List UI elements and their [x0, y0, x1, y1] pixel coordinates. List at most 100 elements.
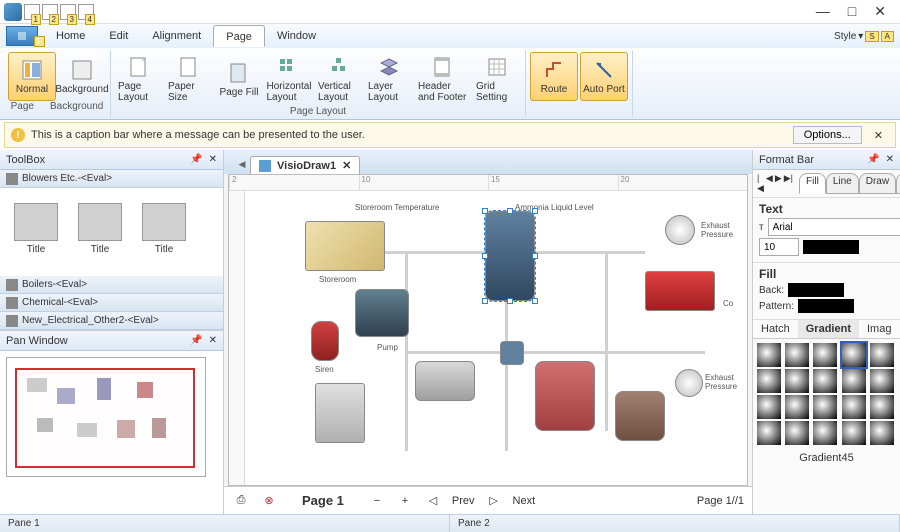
qat-btn-2[interactable]: 2: [42, 4, 58, 20]
gradient-swatch[interactable]: [785, 369, 809, 393]
blower-shape[interactable]: [355, 289, 409, 337]
background-button[interactable]: Background: [58, 52, 106, 101]
section-chemical[interactable]: Chemical-<Eval>: [0, 294, 223, 312]
options-button[interactable]: Options...: [793, 126, 862, 144]
gradient-swatch[interactable]: [842, 369, 866, 393]
menu-page[interactable]: Page: [213, 25, 265, 47]
qat-btn-3[interactable]: 3: [60, 4, 76, 20]
minimize-button[interactable]: —: [816, 3, 830, 20]
gauge2-shape[interactable]: [675, 369, 703, 397]
delete-page-button[interactable]: ⊗: [260, 492, 278, 510]
gradient-swatch[interactable]: [813, 395, 837, 419]
panel-close-icon[interactable]: ✕: [209, 335, 217, 346]
file-menu-button[interactable]: F: [6, 26, 38, 46]
gradient-swatch[interactable]: [757, 369, 781, 393]
nav-next[interactable]: ▶: [775, 173, 782, 194]
subtab-gradient[interactable]: Gradient: [798, 320, 859, 338]
pipe[interactable]: [405, 351, 705, 354]
tab-line[interactable]: Line: [826, 173, 859, 194]
page-fill-button[interactable]: Page Fill: [215, 52, 263, 106]
menu-edit[interactable]: Edit: [97, 25, 140, 47]
prev-page-button[interactable]: ◁: [424, 492, 442, 510]
gradient-swatch[interactable]: [813, 369, 837, 393]
gradient-swatch[interactable]: [813, 421, 837, 445]
gradient-swatch[interactable]: [813, 343, 837, 367]
valve-shape[interactable]: [500, 341, 524, 365]
drawing-surface[interactable]: Storeroom Temperature Storeroom Ammonia …: [245, 191, 747, 485]
tank2-shape[interactable]: [615, 391, 665, 441]
nav-first[interactable]: |◀: [757, 173, 764, 194]
shape-tile[interactable]: Title: [70, 194, 130, 264]
page-layout-button[interactable]: Page Layout: [115, 52, 163, 106]
prev-label[interactable]: Prev: [452, 495, 475, 507]
route-button[interactable]: Route: [530, 52, 578, 101]
tab-fill[interactable]: Fill: [799, 173, 826, 194]
gradient-swatch[interactable]: [785, 421, 809, 445]
gauge-shape[interactable]: [665, 215, 695, 245]
font-size-input[interactable]: [759, 238, 799, 256]
gradient-swatch[interactable]: [870, 369, 894, 393]
next-label[interactable]: Next: [513, 495, 536, 507]
panel-close-icon[interactable]: ✕: [209, 154, 217, 165]
subtab-hatch[interactable]: Hatch: [753, 320, 798, 338]
tab-prev-arrow[interactable]: ◀: [234, 154, 250, 174]
shape-tile[interactable]: Title: [134, 194, 194, 264]
paper-size-button[interactable]: Paper Size: [165, 52, 213, 106]
pipe[interactable]: [605, 251, 608, 431]
gradient-swatch[interactable]: [842, 421, 866, 445]
gradient-swatch[interactable]: [785, 395, 809, 419]
grid-setting-button[interactable]: Grid Setting: [473, 52, 521, 106]
auto-port-button[interactable]: Auto Port: [580, 52, 628, 101]
tab-draw[interactable]: Draw: [859, 173, 896, 194]
gradient-swatch[interactable]: [842, 343, 866, 367]
pin-icon[interactable]: 📌: [190, 154, 202, 165]
control-panel-shape[interactable]: [315, 383, 365, 443]
menu-home[interactable]: Home: [44, 25, 97, 47]
tab-s[interactable]: S: [896, 173, 900, 194]
canvas-area[interactable]: 2 10 15 20 Storeroom Temperature Storero…: [228, 174, 748, 486]
tab-close-icon[interactable]: ✕: [342, 159, 351, 172]
qat-btn-1[interactable]: 1: [24, 4, 40, 20]
qat-btn-4[interactable]: 4: [78, 4, 94, 20]
pump-shape[interactable]: [415, 361, 475, 401]
pattern-swatch[interactable]: [798, 299, 854, 313]
caption-close-button[interactable]: ✕: [868, 129, 889, 142]
vessel-shape[interactable]: [535, 361, 595, 431]
gradient-swatch[interactable]: [870, 343, 894, 367]
gradient-swatch[interactable]: [757, 343, 781, 367]
minimap[interactable]: [6, 357, 206, 477]
nav-prev[interactable]: ◀: [766, 173, 773, 194]
section-blowers[interactable]: Blowers Etc.-<Eval>: [0, 170, 223, 188]
menu-alignment[interactable]: Alignment: [140, 25, 213, 47]
panel-close-icon[interactable]: ✕: [886, 154, 894, 165]
document-tab[interactable]: VisioDraw1 ✕: [250, 156, 360, 174]
subtab-image[interactable]: Imag: [859, 320, 899, 338]
zoom-in-button[interactable]: +: [396, 492, 414, 510]
compressor-shape[interactable]: [645, 271, 715, 311]
first-page-button[interactable]: ⎙: [232, 492, 250, 510]
horiz-layout-button[interactable]: Horizontal Layout: [265, 52, 313, 106]
pin-icon[interactable]: 📌: [190, 335, 202, 346]
siren-shape[interactable]: [311, 321, 339, 361]
header-footer-button[interactable]: Header and Footer: [415, 52, 471, 106]
vert-layout-button[interactable]: Vertical Layout: [315, 52, 363, 106]
layer-layout-button[interactable]: Layer Layout: [365, 52, 413, 106]
gradient-swatch[interactable]: [870, 395, 894, 419]
storeroom-shape[interactable]: [305, 221, 385, 271]
shape-tile[interactable]: Title: [6, 194, 66, 264]
nav-last[interactable]: ▶|: [784, 173, 793, 194]
normal-button[interactable]: Normal: [8, 52, 56, 101]
menu-window[interactable]: Window: [265, 25, 328, 47]
font-name-input[interactable]: [768, 218, 900, 236]
section-boilers[interactable]: Boilers-<Eval>: [0, 276, 223, 294]
zoom-out-button[interactable]: −: [368, 492, 386, 510]
gradient-swatch[interactable]: [757, 421, 781, 445]
gradient-swatch[interactable]: [757, 395, 781, 419]
close-button[interactable]: ✕: [874, 3, 886, 20]
app-icon[interactable]: [4, 3, 22, 21]
font-color-swatch[interactable]: [803, 240, 859, 254]
pin-icon[interactable]: 📌: [867, 154, 879, 165]
section-electrical[interactable]: New_Electrical_Other2-<Eval>: [0, 312, 223, 330]
gradient-swatch[interactable]: [785, 343, 809, 367]
next-page-button[interactable]: ▷: [485, 492, 503, 510]
